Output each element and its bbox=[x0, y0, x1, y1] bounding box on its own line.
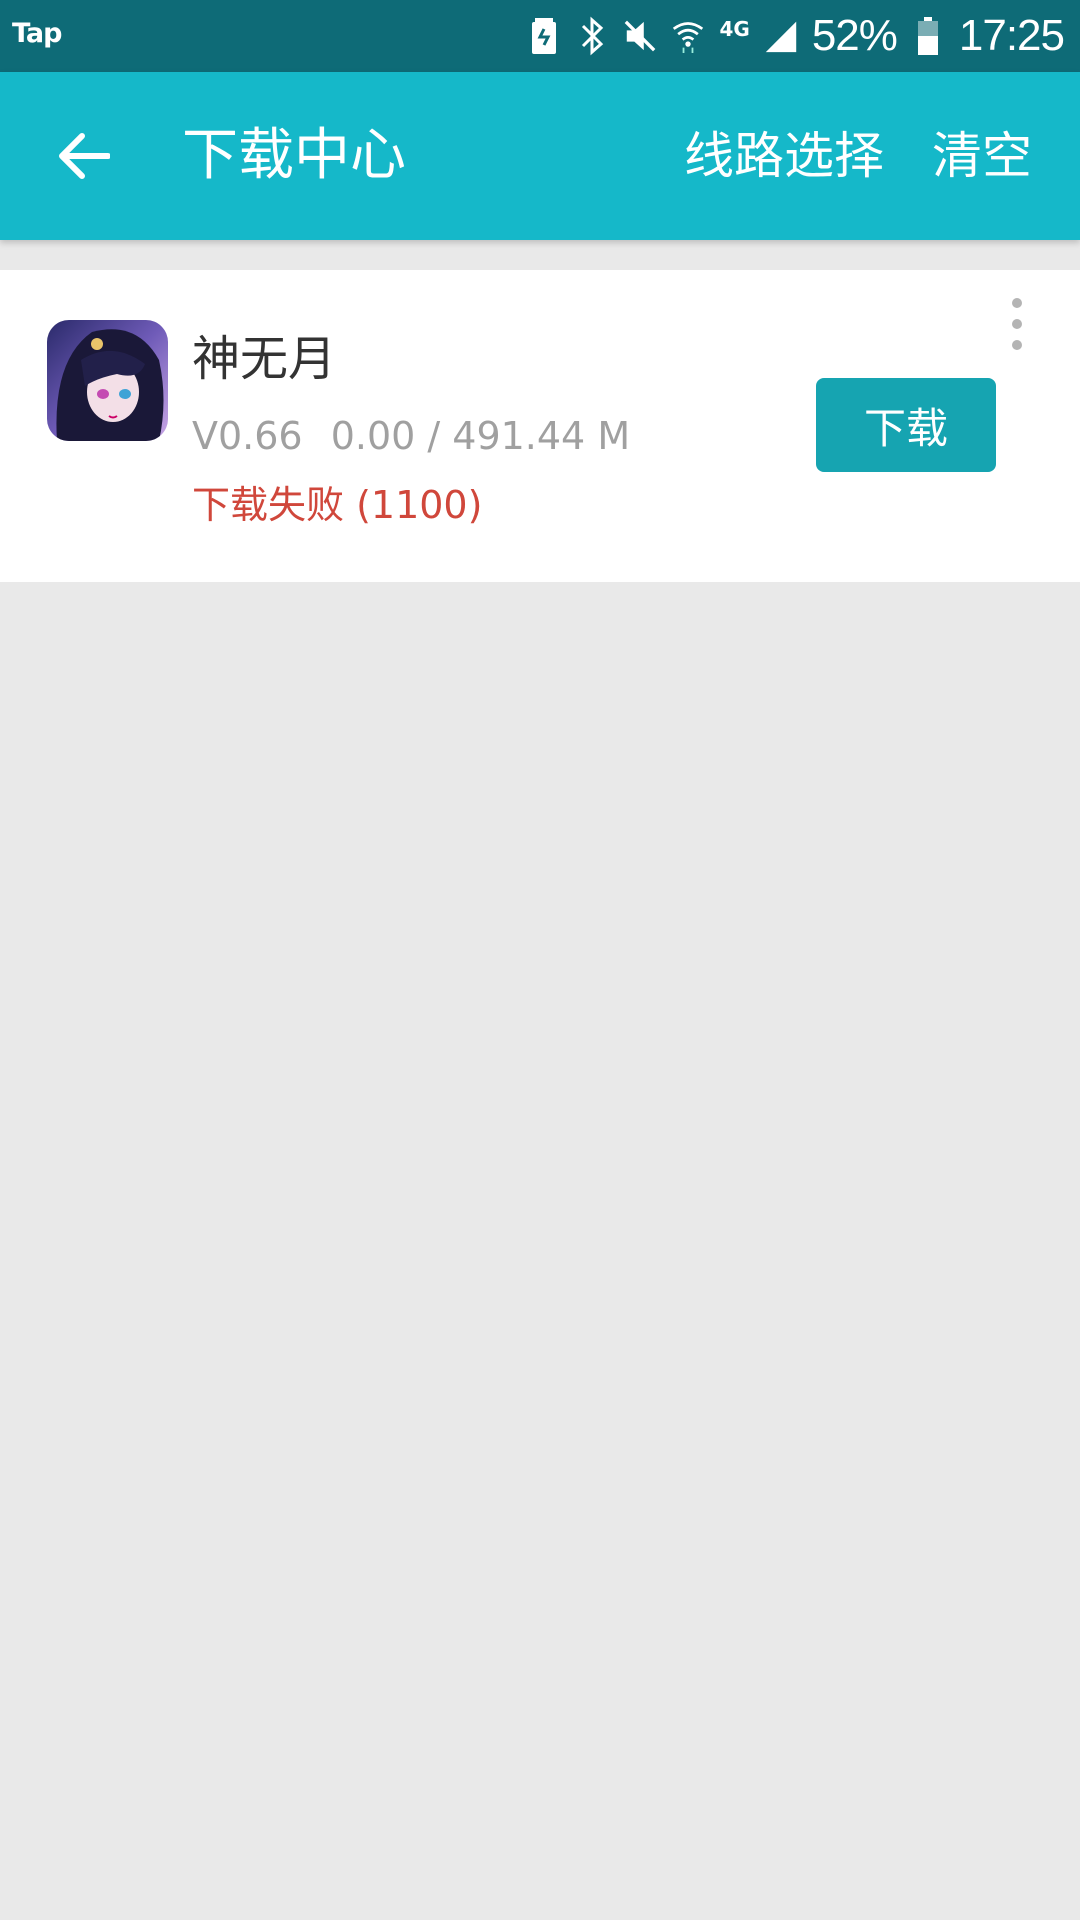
download-item: 神无月 V0.66 0.00 / 491.44 M 下载失败 (1100) 下载 bbox=[0, 270, 1080, 582]
status-bar: Tap 4G 52% 17:25 bbox=[0, 0, 1080, 72]
page-title: 下载中心 bbox=[182, 123, 406, 188]
status-app-label: Tap bbox=[12, 18, 62, 49]
status-indicators: 4G 52% 17:25 bbox=[527, 0, 1065, 72]
network-type-label: 4G bbox=[719, 17, 750, 41]
download-button[interactable]: 下载 bbox=[816, 378, 996, 472]
back-button[interactable] bbox=[50, 124, 116, 188]
mute-icon bbox=[623, 16, 657, 56]
more-options-icon[interactable] bbox=[1000, 298, 1034, 350]
game-version: V0.66 bbox=[192, 414, 303, 458]
app-bar: 下载中心 线路选择 清空 bbox=[0, 72, 1080, 240]
game-name: 神无月 bbox=[192, 331, 337, 387]
clock: 17:25 bbox=[958, 11, 1065, 60]
route-select-button[interactable]: 线路选择 bbox=[684, 126, 884, 186]
battery-saver-icon bbox=[527, 16, 561, 56]
game-icon[interactable] bbox=[47, 320, 168, 441]
wifi-icon bbox=[671, 16, 705, 56]
signal-icon bbox=[764, 16, 798, 56]
back-arrow-icon bbox=[59, 133, 110, 179]
game-meta: V0.66 0.00 / 491.44 M bbox=[192, 413, 630, 459]
battery-percent: 52% bbox=[811, 11, 898, 60]
bluetooth-icon bbox=[575, 16, 609, 56]
download-size: 0.00 / 491.44 M bbox=[330, 414, 631, 458]
download-status: 下载失败 (1100) bbox=[192, 483, 483, 527]
battery-icon bbox=[911, 16, 945, 56]
clear-button[interactable]: 清空 bbox=[932, 126, 1032, 186]
